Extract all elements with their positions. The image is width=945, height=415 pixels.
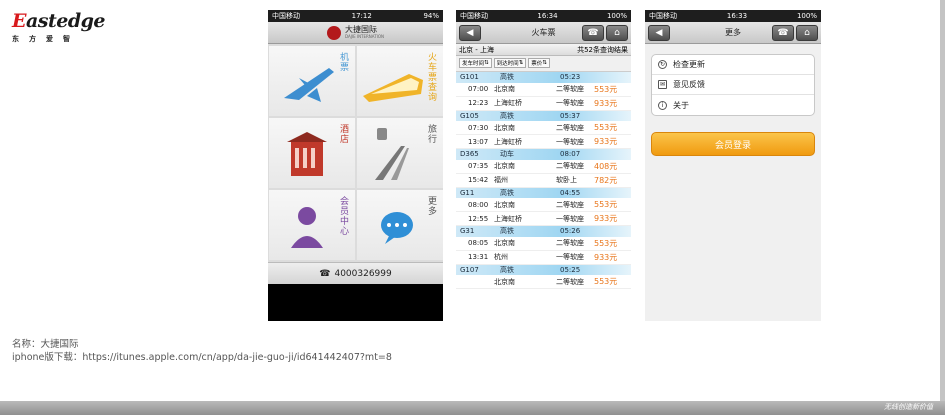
train-list: G101 高铁 05:23 07:00 北京南 二等软座 553元 12:23 上海虹桥 一等软座… [456,72,631,289]
logo-wordmark: Eastedge [12,10,106,32]
phone-icon: ☎ [319,268,331,279]
back-arrow-icon: ◀ [655,28,663,38]
back-button[interactable]: ◀ [459,25,481,41]
menu-item-feedback[interactable]: ✉ 意见反馈 [652,75,814,95]
blank-area [268,284,443,321]
mail-icon: ✉ [658,80,667,89]
more-header: ◀ 更多 ☎ ⌂ [645,22,821,44]
sort-departure-button[interactable]: 发车时间 ⇅ [459,58,492,68]
tile-label: 会员中心 [338,196,348,236]
call-button[interactable]: ☎ [582,25,604,41]
info-icon: i [658,100,667,110]
tile-flights[interactable]: 机票 [269,46,355,116]
page-title: 更多 [725,28,741,37]
train-stop-row[interactable]: 15:42 福州 软卧上 782元 [456,174,631,188]
screenshot-home: 中国移动 17:12 94% 大捷国际 DAJIE INTERNATION 机票… [268,10,443,321]
home-header: 大捷国际 DAJIE INTERNATION [268,22,443,44]
tile-label: 旅行 [426,124,436,144]
train-stop-row[interactable]: 08:05 北京南 二等软座 553元 [456,237,631,251]
status-bar: 中国移动 16:34 100% [456,10,631,22]
train-stop-row[interactable]: 13:31 杭州 一等软座 933元 [456,251,631,265]
train-stop-row[interactable]: 07:35 北京南 二等软座 408元 [456,160,631,174]
member-icon [291,207,323,248]
screenshot-more: 中国移动 16:33 100% ◀ 更多 ☎ ⌂ ↻ 检查更新 ✉ 意见反馈 i… [645,10,821,321]
train-header-row[interactable]: G11 高铁 04:55 [456,187,631,198]
train-stop-row[interactable]: 07:30 北京南 二等软座 553元 [456,121,631,135]
status-bar: 中国移动 16:33 100% [645,10,821,22]
menu-item-about[interactable]: i 关于 [652,95,814,115]
train-header-row[interactable]: G101 高铁 05:23 [456,72,631,83]
sort-arrival-button[interactable]: 到达时间 ⇅ [493,58,527,68]
chat-bubble-icon [381,212,413,244]
sort-bar: 发车时间 ⇅ 到达时间 ⇅ 票价 ⇅ [456,56,631,72]
train-stop-row[interactable]: 13:07 上海虹桥 一等软座 933元 [456,135,631,149]
train-header-row[interactable]: D365 动车 08:07 [456,149,631,160]
footer-bar: 无线创造新价值 [0,401,945,415]
train-icon [363,74,423,102]
hotel-icon [287,132,327,176]
tile-label: 机票 [338,52,348,72]
tile-train-query[interactable]: 火车票查询 [357,46,443,116]
logo-subtitle: 东方爱智 [12,35,80,43]
eastedge-logo: Eastedge 东方爱智 [12,10,112,50]
home-menu-grid: 机票 火车票查询 酒店 旅行 会员中心 更多 [268,44,443,262]
tile-hotels[interactable]: 酒店 [269,118,355,188]
phone-icon: ☎ [777,28,789,38]
brand-seal-icon [326,25,341,40]
train-header-row[interactable]: G105 高铁 05:37 [456,110,631,121]
train-header-row[interactable]: G107 高铁 05:25 [456,264,631,275]
refresh-icon: ↻ [658,60,667,69]
menu-item-check-update[interactable]: ↻ 检查更新 [652,55,814,75]
home-icon: ⌂ [614,28,620,38]
train-stop-row[interactable]: 北京南 二等软座 553元 [456,275,631,289]
road-luggage-icon [375,128,409,180]
status-bar: 中国移动 17:12 94% [268,10,443,22]
page-title: 火车票 [531,28,556,37]
phone-icon: ☎ [587,28,599,38]
train-stop-row[interactable]: 07:00 北京南 二等软座 553元 [456,83,631,97]
tile-travel[interactable]: 旅行 [357,118,443,188]
call-button[interactable]: ☎ [772,25,794,41]
train-stop-row[interactable]: 08:00 北京南 二等软座 553元 [456,198,631,212]
screenshot-train-results: 中国移动 16:34 100% ◀ 火车票 ☎ ⌂ 北京 - 上海 共52条查询… [456,10,631,321]
hotline-button[interactable]: ☎ 4000326999 [268,262,443,284]
tile-more[interactable]: 更多 [357,190,443,260]
tile-label: 酒店 [338,124,348,144]
train-stop-row[interactable]: 12:55 上海虹桥 一等软座 933元 [456,212,631,226]
settings-menu: ↻ 检查更新 ✉ 意见反馈 i 关于 [651,54,815,116]
tile-label: 更多 [426,196,436,216]
app-logo: 大捷国际 DAJIE INTERNATION [326,25,384,40]
home-icon: ⌂ [804,28,810,38]
tile-member-center[interactable]: 会员中心 [269,190,355,260]
app-caption: 名称：大捷国际 iphone版下载：https://itunes.apple.c… [12,338,392,364]
member-login-button[interactable]: 会员登录 [651,132,815,156]
sort-price-button[interactable]: 票价 ⇅ [528,58,550,68]
tile-label: 火车票查询 [426,52,436,102]
airplane-icon [284,68,334,102]
download-link[interactable]: iphone版下载：https://itunes.apple.com/cn/ap… [12,351,392,364]
train-stop-row[interactable]: 12:23 上海虹桥 一等软座 933元 [456,97,631,111]
back-button[interactable]: ◀ [648,25,670,41]
right-edge-bar [940,0,945,415]
footer-slogan: 无线创造新价值 [884,403,933,411]
back-arrow-icon: ◀ [466,28,474,38]
home-button[interactable]: ⌂ [796,25,818,41]
home-button[interactable]: ⌂ [606,25,628,41]
app-name: 名称：大捷国际 [12,339,79,350]
train-header: ◀ 火车票 ☎ ⌂ [456,22,631,44]
train-header-row[interactable]: G31 高铁 05:26 [456,226,631,237]
route-bar: 北京 - 上海 共52条查询结果 [456,44,631,56]
hotline-number: 4000326999 [334,268,392,279]
